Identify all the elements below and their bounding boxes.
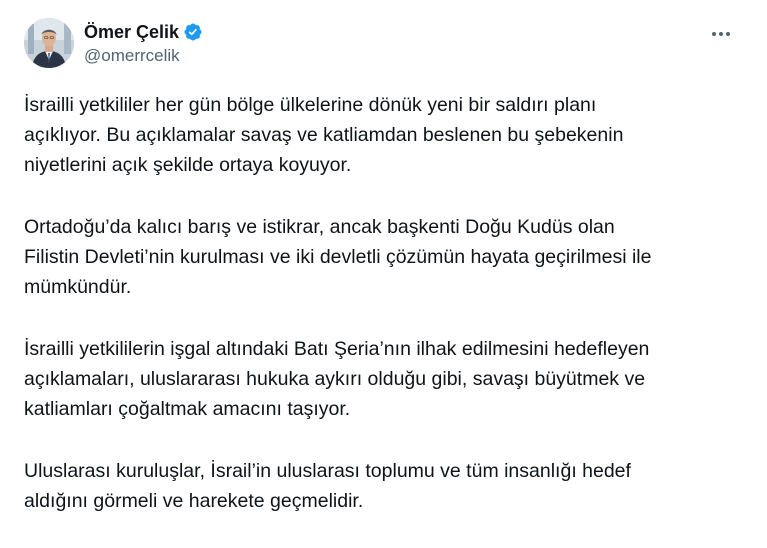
- avatar[interactable]: [24, 18, 74, 68]
- tweet-paragraph-4: Uluslarası kuruluşlar, İsrail’in uluslar…: [24, 460, 631, 512]
- profile-photo-icon: [24, 18, 74, 68]
- tweet-card: Ömer Çelik @omerrcelik İsrailli yetkilil…: [0, 0, 767, 526]
- tweet-text: İsrailli yetkililer her gün bölge ülkele…: [24, 90, 744, 548]
- tweet-paragraph-3: İsrailli yetkililerin işgal altındaki Ba…: [24, 338, 650, 420]
- author-handle[interactable]: @omerrcelik: [84, 45, 203, 67]
- display-name[interactable]: Ömer Çelik: [84, 20, 179, 44]
- tweet-paragraph-2: Ortadoğu’da kalıcı barış ve istikrar, an…: [24, 216, 652, 298]
- author-names: Ömer Çelik @omerrcelik: [84, 20, 203, 67]
- tweet-header: Ömer Çelik @omerrcelik: [24, 18, 203, 68]
- more-options-button[interactable]: [709, 22, 733, 46]
- tweet-paragraph-1: İsrailli yetkililer her gün bölge ülkele…: [24, 94, 624, 176]
- verified-badge-icon[interactable]: [183, 22, 203, 42]
- name-row: Ömer Çelik: [84, 20, 203, 44]
- more-horizontal-icon: [712, 32, 730, 36]
